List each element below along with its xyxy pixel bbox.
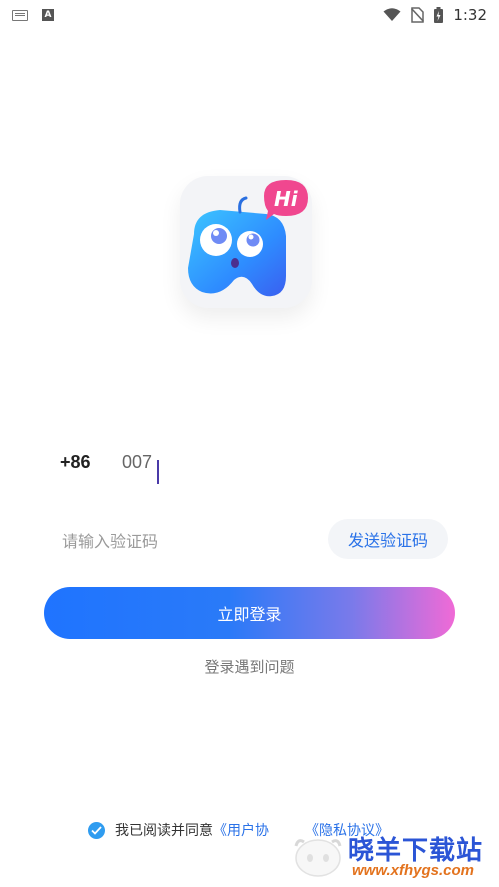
text-cursor	[157, 459, 159, 484]
bubble-text: Hi	[274, 187, 299, 211]
status-bar-left: A	[12, 9, 54, 21]
country-code-selector[interactable]: +86	[60, 452, 122, 473]
user-agreement-link[interactable]: 《用户协	[213, 823, 269, 839]
status-time: 1:32	[453, 6, 487, 24]
status-bar: A 1:32	[0, 0, 499, 30]
login-problem-link[interactable]: 登录遇到问题	[0, 656, 499, 677]
agreement-checkbox[interactable]	[88, 821, 105, 839]
watermark: 晓羊下载站 www.xfhygs.com	[290, 826, 499, 884]
verification-code-input[interactable]	[62, 526, 262, 556]
login-screen: A 1:32 Hi +86 007 请输入验证码 发送验证码 立即登录 登录遇到…	[0, 0, 499, 887]
app-logo: Hi	[180, 176, 312, 308]
mascot-icon: Hi	[188, 180, 308, 297]
phone-input[interactable]	[122, 451, 322, 473]
watermark-url: www.xfhygs.com	[352, 862, 474, 879]
send-code-button[interactable]: 发送验证码	[328, 519, 448, 559]
phone-row: +86	[60, 442, 322, 484]
battery-icon	[434, 7, 444, 23]
no-sim-icon	[411, 7, 425, 23]
status-bar-right: 1:32	[383, 6, 487, 24]
agreement-prefix: 我已阅读并同意	[115, 823, 213, 839]
a-icon: A	[42, 9, 54, 21]
check-icon	[91, 825, 102, 835]
keyboard-icon	[12, 9, 28, 21]
login-button[interactable]: 立即登录	[44, 587, 455, 639]
wifi-icon	[383, 8, 401, 21]
sheep-logo-icon	[294, 839, 342, 877]
